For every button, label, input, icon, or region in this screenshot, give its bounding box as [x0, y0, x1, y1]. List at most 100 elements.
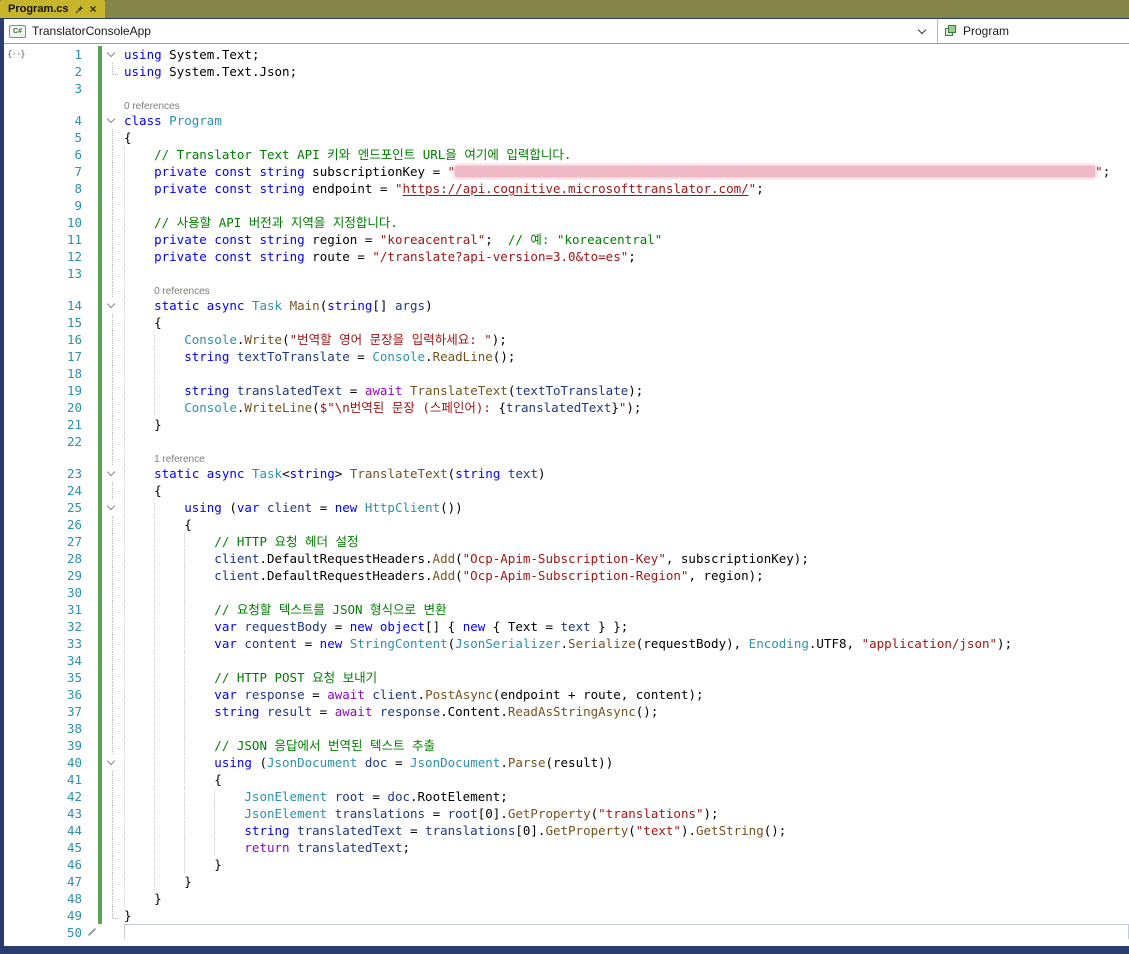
line-number[interactable]: 14 — [26, 297, 82, 314]
code-text[interactable]: } — [124, 416, 1129, 433]
line-number[interactable]: 33 — [26, 635, 82, 652]
line-number[interactable]: 19 — [26, 382, 82, 399]
line-number[interactable]: 22 — [26, 433, 82, 450]
code-text[interactable]: // JSON 응답에서 번역된 텍스트 추출 — [124, 737, 1129, 754]
code-text[interactable] — [124, 197, 1129, 214]
line-number[interactable]: 6 — [26, 146, 82, 163]
line-number[interactable]: 25 — [26, 499, 82, 516]
code-text[interactable]: // 사용할 API 버전과 지역을 지정합니다. — [124, 214, 1129, 231]
line-number[interactable]: 12 — [26, 248, 82, 265]
code-text[interactable]: } — [124, 890, 1129, 907]
code-text[interactable]: 0 references — [124, 282, 1129, 297]
line-number[interactable]: 43 — [26, 805, 82, 822]
fold-chevron-icon[interactable] — [107, 115, 115, 123]
code-text[interactable] — [124, 365, 1129, 382]
codelens-references[interactable]: 0 references — [154, 286, 210, 297]
code-text[interactable] — [124, 924, 1129, 939]
line-number[interactable]: 28 — [26, 550, 82, 567]
line-number[interactable]: 46 — [26, 856, 82, 873]
line-number[interactable]: 48 — [26, 890, 82, 907]
code-text[interactable]: private const string route = "/translate… — [124, 248, 1129, 265]
line-number[interactable]: 23 — [26, 465, 82, 482]
code-text[interactable]: class Program — [124, 112, 1129, 129]
line-number[interactable]: 17 — [26, 348, 82, 365]
code-text[interactable] — [124, 584, 1129, 601]
line-number[interactable]: 15 — [26, 314, 82, 331]
line-number[interactable]: 41 — [26, 771, 82, 788]
code-text[interactable]: Console.Write("번역할 영어 문장을 입력하세요: "); — [124, 331, 1129, 348]
code-text[interactable] — [124, 652, 1129, 669]
line-number[interactable]: 10 — [26, 214, 82, 231]
code-text[interactable]: } — [124, 856, 1129, 873]
code-text[interactable]: var content = new StringContent(JsonSeri… — [124, 635, 1129, 652]
code-text[interactable]: using System.Text.Json; — [124, 63, 1129, 80]
close-icon[interactable]: × — [90, 3, 97, 15]
code-text[interactable]: { — [124, 771, 1129, 788]
line-number[interactable]: 35 — [26, 669, 82, 686]
line-number[interactable]: 50 — [26, 924, 82, 939]
line-number[interactable] — [26, 97, 82, 112]
line-number[interactable]: 5 — [26, 129, 82, 146]
line-number[interactable]: 49 — [26, 907, 82, 924]
line-number[interactable]: 44 — [26, 822, 82, 839]
code-text[interactable]: private const string subscriptionKey = "… — [124, 163, 1129, 180]
line-number[interactable]: 36 — [26, 686, 82, 703]
code-text[interactable]: 0 references — [124, 97, 1129, 112]
code-text[interactable]: { — [124, 516, 1129, 533]
line-number[interactable]: 30 — [26, 584, 82, 601]
fold-chevron-icon[interactable] — [107, 49, 115, 57]
line-number[interactable]: 40 — [26, 754, 82, 771]
code-text[interactable] — [124, 720, 1129, 737]
line-number[interactable]: 45 — [26, 839, 82, 856]
code-editor[interactable]: {··}1using System.Text;2using System.Tex… — [4, 44, 1129, 939]
line-number[interactable] — [26, 450, 82, 465]
fold-margin[interactable] — [102, 499, 122, 516]
code-text[interactable]: Console.WriteLine($"\n번역된 문장 (스페인어): {tr… — [124, 399, 1129, 416]
line-number[interactable]: 24 — [26, 482, 82, 499]
line-number[interactable]: 39 — [26, 737, 82, 754]
code-text[interactable]: var requestBody = new object[] { new { T… — [124, 618, 1129, 635]
member-dropdown[interactable]: Program — [937, 19, 1129, 43]
project-dropdown[interactable]: C# TranslatorConsoleApp — [4, 19, 937, 43]
code-text[interactable]: client.DefaultRequestHeaders.Add("Ocp-Ap… — [124, 550, 1129, 567]
code-text[interactable]: client.DefaultRequestHeaders.Add("Ocp-Ap… — [124, 567, 1129, 584]
line-number[interactable]: 9 — [26, 197, 82, 214]
line-number[interactable]: 26 — [26, 516, 82, 533]
fold-margin[interactable] — [102, 297, 122, 314]
tab-program-cs[interactable]: Program.cs × — [0, 0, 105, 18]
code-text[interactable]: // HTTP 요청 헤더 설정 — [124, 533, 1129, 550]
line-number[interactable]: 42 — [26, 788, 82, 805]
line-number[interactable]: 38 — [26, 720, 82, 737]
fold-margin[interactable] — [102, 465, 122, 482]
line-number[interactable]: 20 — [26, 399, 82, 416]
code-text[interactable]: private const string endpoint = "https:/… — [124, 180, 1129, 197]
chevron-down-icon[interactable] — [918, 26, 926, 34]
code-text[interactable]: JsonElement translations = root[0].GetPr… — [124, 805, 1129, 822]
code-text[interactable]: } — [124, 907, 1129, 924]
code-text[interactable]: { — [124, 129, 1129, 146]
code-text[interactable] — [124, 80, 1129, 97]
code-text[interactable]: } — [124, 873, 1129, 890]
line-number[interactable]: 13 — [26, 265, 82, 282]
code-text[interactable]: var response = await client.PostAsync(en… — [124, 686, 1129, 703]
code-text[interactable]: string result = await response.Content.R… — [124, 703, 1129, 720]
line-number[interactable]: 31 — [26, 601, 82, 618]
line-number[interactable]: 21 — [26, 416, 82, 433]
line-number[interactable]: 11 — [26, 231, 82, 248]
code-text[interactable]: JsonElement root = doc.RootElement; — [124, 788, 1129, 805]
code-text[interactable]: using (JsonDocument doc = JsonDocument.P… — [124, 754, 1129, 771]
line-number[interactable]: 7 — [26, 163, 82, 180]
code-text[interactable]: // HTTP POST 요청 보내기 — [124, 669, 1129, 686]
code-text[interactable]: string translatedText = translations[0].… — [124, 822, 1129, 839]
line-number[interactable]: 1 — [26, 46, 82, 63]
codelens-references[interactable]: 0 references — [124, 101, 180, 112]
fold-chevron-icon[interactable] — [107, 468, 115, 476]
line-number[interactable]: 34 — [26, 652, 82, 669]
line-number[interactable]: 29 — [26, 567, 82, 584]
line-number[interactable]: 8 — [26, 180, 82, 197]
line-number[interactable]: 16 — [26, 331, 82, 348]
line-number[interactable]: 47 — [26, 873, 82, 890]
line-number[interactable]: 27 — [26, 533, 82, 550]
fold-margin[interactable] — [102, 754, 122, 771]
fold-margin[interactable] — [102, 46, 122, 63]
